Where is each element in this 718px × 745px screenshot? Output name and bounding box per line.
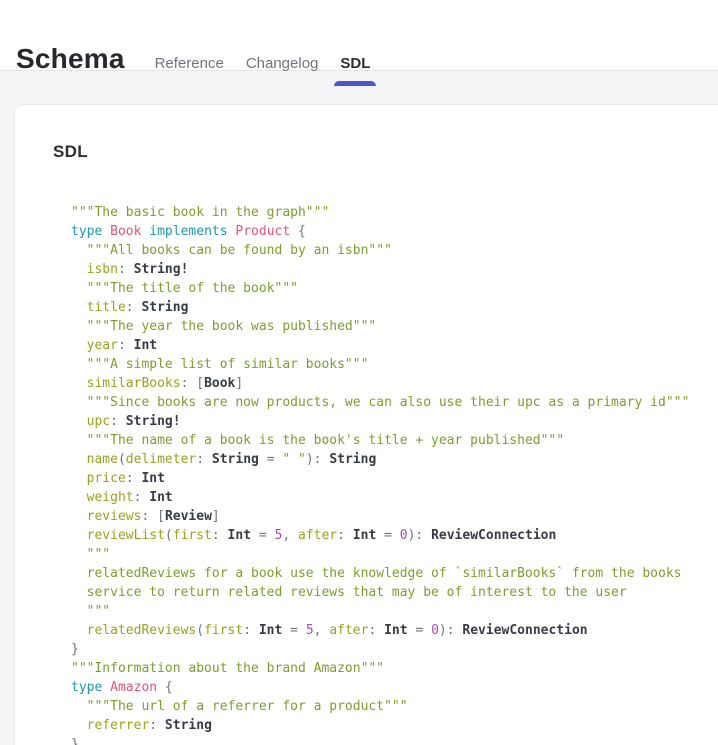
code-line: relatedReviews for a book use the knowle… — [71, 564, 718, 583]
sdl-card: SDL """The basic book in the graph"""typ… — [14, 104, 718, 745]
code-line: relatedReviews(first: Int = 5, after: In… — [71, 621, 718, 640]
code-line: """The year the book was published""" — [71, 317, 718, 336]
tab-sdl[interactable]: SDL — [340, 55, 370, 73]
code-line: title: String — [71, 298, 718, 317]
code-line: weight: Int — [71, 488, 718, 507]
page-title: Schema — [16, 44, 125, 74]
code-line: price: Int — [71, 469, 718, 488]
sdl-code: """The basic book in the graph"""type Bo… — [71, 203, 718, 745]
code-line: type Amazon { — [71, 678, 718, 697]
code-line: } — [71, 640, 718, 659]
code-line: """The url of a referrer for a product""… — [71, 697, 718, 716]
code-line: year: Int — [71, 336, 718, 355]
page-main: SDL """The basic book in the graph"""typ… — [0, 71, 718, 745]
schema-tabs: Reference Changelog SDL — [155, 55, 371, 73]
code-line: reviewList(first: Int = 5, after: Int = … — [71, 526, 718, 545]
tab-reference[interactable]: Reference — [155, 55, 224, 73]
code-line: """The title of the book""" — [71, 279, 718, 298]
code-line: reviews: [Review] — [71, 507, 718, 526]
code-line: """Information about the brand Amazon""" — [71, 659, 718, 678]
schema-page-header: Schema Reference Changelog SDL — [0, 0, 718, 71]
active-tab-underline — [334, 81, 376, 86]
code-line: upc: String! — [71, 412, 718, 431]
tab-changelog-label: Changelog — [246, 55, 319, 72]
code-line: isbn: String! — [71, 260, 718, 279]
tab-reference-label: Reference — [155, 55, 224, 72]
tab-sdl-label: SDL — [340, 55, 370, 72]
code-line: """ — [71, 602, 718, 621]
code-line: """The name of a book is the book's titl… — [71, 431, 718, 450]
code-line: referrer: String — [71, 716, 718, 735]
code-line: """A simple list of similar books""" — [71, 355, 718, 374]
code-line: """Since books are now products, we can … — [71, 393, 718, 412]
code-line: } — [71, 735, 718, 745]
sdl-card-heading: SDL — [53, 142, 718, 162]
code-line: service to return related reviews that m… — [71, 583, 718, 602]
code-line: """ — [71, 545, 718, 564]
tab-changelog[interactable]: Changelog — [246, 55, 319, 73]
code-line: similarBooks: [Book] — [71, 374, 718, 393]
code-line: type Book implements Product { — [71, 222, 718, 241]
code-line: """The basic book in the graph""" — [71, 203, 718, 222]
code-line: """All books can be found by an isbn""" — [71, 241, 718, 260]
code-line: name(delimeter: String = " "): String — [71, 450, 718, 469]
